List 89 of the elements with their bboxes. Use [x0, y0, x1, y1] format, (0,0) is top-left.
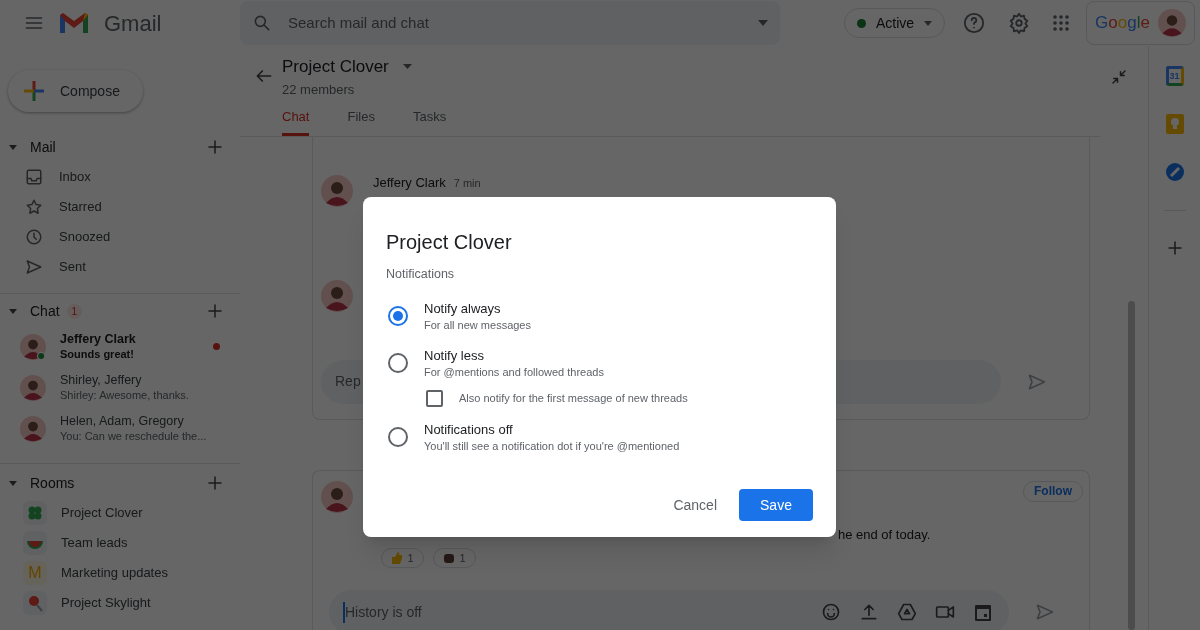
member-count: 22 members — [282, 80, 356, 99]
compose-button[interactable]: Compose — [8, 70, 143, 112]
unread-badge: 1 — [66, 303, 83, 319]
plus-icon — [22, 79, 46, 103]
settings-icon[interactable] — [1008, 12, 1031, 34]
radio-button[interactable] — [388, 305, 408, 326]
collapse-icon[interactable] — [1110, 68, 1128, 86]
author-name: Jeffery Clark — [373, 174, 446, 191]
checkbox[interactable] — [426, 389, 443, 407]
room-initial: M — [23, 561, 47, 585]
fist-icon — [443, 552, 456, 564]
option-description: For @mentions and followed threads — [424, 364, 604, 380]
star-icon — [25, 198, 43, 216]
dropdown-icon[interactable] — [758, 20, 768, 26]
room-item[interactable]: Project Skylight — [0, 588, 240, 618]
mail-folder[interactable]: Starred — [0, 192, 240, 222]
mail-folder[interactable]: Sent — [0, 252, 240, 282]
mail-folder[interactable]: Inbox — [0, 162, 240, 192]
triangle-icon[interactable] — [897, 602, 917, 622]
send-icon[interactable] — [1035, 602, 1055, 622]
clover-icon — [23, 501, 47, 525]
send-icon — [25, 258, 43, 276]
melon-icon — [23, 531, 47, 555]
avatar — [20, 415, 46, 442]
add-icon[interactable] — [206, 474, 224, 492]
clock-icon — [25, 228, 43, 246]
section-title[interactable]: Chat — [30, 300, 60, 322]
brand-logo: Google — [1095, 12, 1150, 35]
room-item[interactable]: Team leads — [0, 528, 240, 558]
tasks-icon[interactable] — [1164, 162, 1185, 182]
message-text: he end of today. — [838, 525, 932, 544]
lightbulb-icon[interactable] — [1165, 114, 1184, 134]
search-field[interactable]: Search mail and chat — [240, 1, 780, 45]
tab[interactable]: Chat — [282, 107, 310, 136]
section-label: Notifications — [386, 266, 456, 283]
avatar — [1158, 9, 1186, 37]
send-icon[interactable] — [1027, 371, 1047, 392]
search-icon — [252, 13, 272, 33]
search-placeholder: Search mail and chat — [288, 12, 430, 33]
thumbs-up-icon — [391, 552, 404, 564]
avatar — [321, 480, 353, 513]
mail-folder[interactable]: Snoozed — [0, 222, 240, 252]
option-description: You'll still see a notification dot if you're @mentioned — [424, 438, 680, 454]
calendar-icon[interactable] — [973, 602, 993, 622]
room-item[interactable]: M Marketing updates — [0, 558, 240, 588]
chat-item[interactable]: Jeffery Clark Sounds great! — [0, 326, 240, 367]
option-label[interactable]: Notify less — [424, 346, 604, 364]
calendar-app-icon[interactable]: 31 — [1165, 66, 1184, 86]
chat-item[interactable]: Shirley, Jeffery Shirley: Awesome, thanks. — [0, 367, 240, 408]
save-button[interactable]: Save — [739, 489, 813, 521]
radio-button[interactable] — [388, 352, 408, 373]
avatar — [20, 333, 46, 360]
avatar — [321, 174, 353, 207]
composer-field[interactable]: History is off — [329, 590, 1009, 630]
checkbox-label[interactable]: Also notify for the first message of new threads — [459, 390, 688, 407]
option-label[interactable]: Notifications off — [424, 420, 680, 438]
add-icon[interactable] — [206, 302, 224, 320]
tab[interactable]: Files — [347, 107, 375, 136]
caret-icon[interactable] — [8, 306, 18, 316]
message-time: 7 min — [453, 175, 481, 191]
caret-icon[interactable] — [8, 478, 18, 488]
app-name: Gmail — [104, 9, 162, 38]
gmail-logo — [58, 11, 90, 35]
option-description: For all new messages — [424, 317, 531, 333]
account-box[interactable]: Google — [1086, 1, 1195, 45]
dialog-title: Project Clover — [386, 230, 513, 255]
tab[interactable]: Tasks — [412, 107, 447, 136]
caret-icon — [924, 20, 933, 26]
radio-button[interactable] — [388, 426, 408, 447]
lollipop-icon — [23, 591, 47, 615]
room-item[interactable]: Project Clover — [0, 498, 240, 528]
avatar — [321, 279, 353, 312]
caret-icon[interactable] — [8, 142, 18, 152]
option-label[interactable]: Notify always — [424, 299, 531, 317]
avatar — [20, 374, 46, 401]
apps-icon[interactable] — [1053, 15, 1070, 31]
cancel-button[interactable]: Cancel — [671, 489, 719, 521]
scrollbar[interactable] — [1128, 300, 1135, 630]
upload-icon[interactable] — [859, 602, 879, 622]
section-title[interactable]: Rooms — [30, 472, 75, 494]
add-icon[interactable] — [1165, 239, 1184, 257]
dropdown-icon[interactable] — [402, 64, 412, 70]
inbox-icon — [25, 168, 43, 186]
emoji-icon[interactable] — [821, 602, 841, 622]
room-title: Project Clover — [282, 56, 389, 78]
add-icon[interactable] — [206, 138, 224, 156]
help-icon[interactable] — [963, 12, 986, 34]
section-title[interactable]: Mail — [30, 136, 56, 158]
chat-item[interactable]: Helen, Adam, Gregory You: Can we reschedule the... — [0, 408, 240, 449]
